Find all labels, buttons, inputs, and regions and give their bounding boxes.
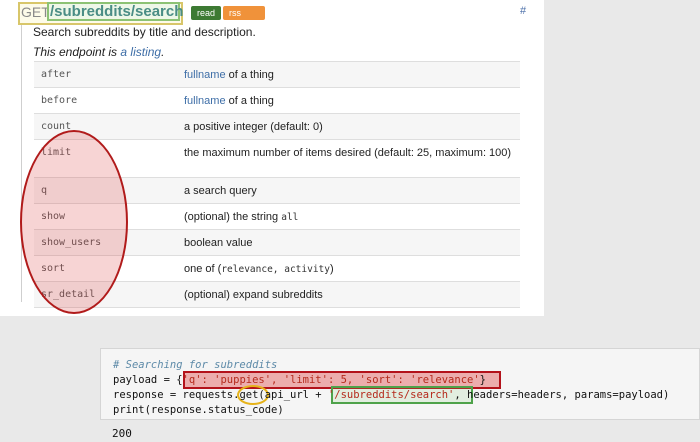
param-desc: (optional) expand subreddits [184,289,323,301]
code-line-2: payload = {'q': 'puppies', 'limit': 5, '… [113,374,486,386]
param-name: before [41,95,78,106]
param-row: sort one of (relevance, activity) [34,256,520,282]
code-cell[interactable]: # Searching for subreddits payload = {'q… [100,348,700,420]
listing-note-prefix: This endpoint is [33,45,121,59]
param-desc-text: ) [329,263,334,275]
param-desc: fullname of a thing [184,68,520,82]
code-token: response = requests. [113,389,240,401]
anchor-link[interactable]: # [520,5,526,17]
code-token: , headers=headers, params=payload) [454,389,670,401]
fullname-link[interactable]: fullname [184,69,226,81]
params-table: after fullname of a thing before fullnam… [34,61,520,308]
param-desc-text: (optional) the string [184,211,282,223]
endpoint-path[interactable]: /subreddits/search [50,3,183,20]
screenshot: GET /subreddits/search read rss support … [0,0,700,442]
param-row: show (optional) the string all [34,204,520,230]
code-line-1: # Searching for subreddits [113,359,277,371]
param-desc-text: one of ( [184,263,222,275]
param-name: after [41,69,72,80]
param-desc-text: of a thing [225,69,274,81]
param-code: all [281,212,299,223]
param-name: show [41,211,66,222]
notebook-cell: # Searching for subreddits payload = {'q… [100,348,700,442]
param-row: before fullname of a thing [34,88,520,114]
param-row: count a positive integer (default: 0) [34,114,520,140]
param-desc-text: of a thing [225,95,274,107]
endpoint-description: Search subreddits by title and descripti… [33,25,256,39]
code-token: } [479,374,486,386]
param-row: sr_detail (optional) expand subreddits [34,282,520,308]
param-name: show_users [41,237,102,248]
endpoint-method: GET [21,4,50,20]
param-row: q a search query [34,178,520,204]
param-row: limit the maximum number of items desire… [34,140,520,178]
code-line-4: print(response.status_code) [113,404,284,416]
cell-output: 200 [112,427,132,440]
api-doc-panel: GET /subreddits/search read rss support … [0,0,544,316]
code-line-3: response = requests.get(api_url + '/subr… [113,389,669,401]
param-row: show_users boolean value [34,230,520,256]
code-token: (api_url + [258,389,328,401]
code-dict: 'q': 'puppies', 'limit': 5, 'sort': 'rel… [182,374,480,386]
param-name: sort [41,263,66,274]
param-name: count [41,121,72,132]
code-path-string: '/subreddits/search' [327,389,455,401]
code-token: payload = { [113,374,183,386]
fullname-link[interactable]: fullname [184,95,226,107]
code-get: get [239,389,259,401]
code-token: print(response.status_code) [113,404,284,416]
listing-note-suffix: . [161,45,165,59]
param-code: relevance, activity [221,264,330,275]
param-desc: a positive integer (default: 0) [184,121,323,133]
read-badge: read [191,6,222,20]
param-name: limit [41,147,72,158]
listing-link[interactable]: a listing [120,45,161,59]
param-row: after fullname of a thing [34,62,520,88]
doc-left-rule [21,22,22,302]
param-desc: a search query [184,185,257,197]
param-desc: boolean value [184,237,253,249]
param-desc: fullname of a thing [184,94,520,108]
param-desc: (optional) the string all [184,210,520,225]
param-name: sr_detail [41,289,96,300]
param-desc: the maximum number of items desired (def… [184,147,512,159]
code-comment: # Searching for subreddits [113,359,278,371]
param-name: q [41,185,48,196]
param-desc: one of (relevance, activity) [184,262,520,277]
rss-support-badge: rss support [223,6,266,32]
listing-note: This endpoint is a listing. [33,45,164,59]
